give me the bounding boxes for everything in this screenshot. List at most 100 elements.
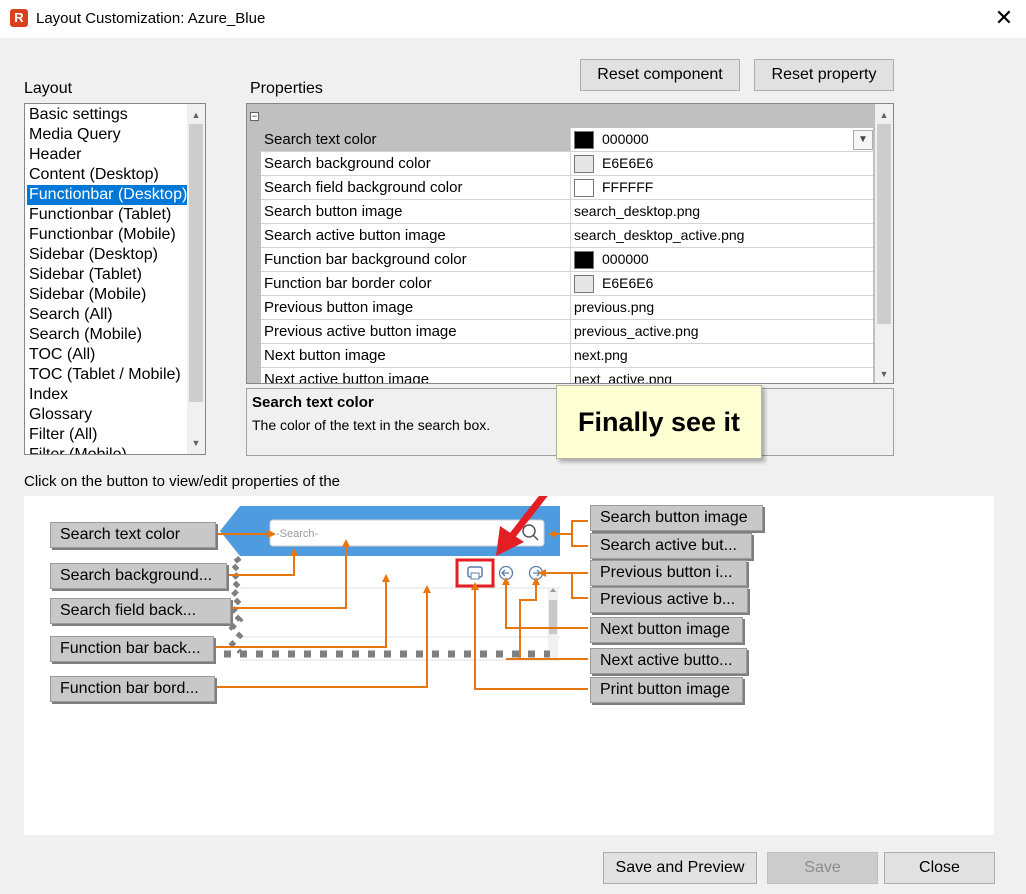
layout-list-item[interactable]: Glossary — [27, 405, 187, 425]
layout-list-item[interactable]: Media Query — [27, 125, 187, 145]
scroll-down-icon[interactable]: ▼ — [875, 365, 893, 383]
property-row[interactable]: Previous button image previous.png — [261, 296, 873, 320]
window-close-button[interactable]: ✕ — [992, 6, 1016, 30]
property-value[interactable]: 000000 — [571, 248, 873, 271]
property-name: Search button image — [261, 200, 571, 223]
property-value[interactable]: next.png — [571, 344, 873, 367]
property-row[interactable]: Next button image next.png — [261, 344, 873, 368]
property-value[interactable]: E6E6E6 — [571, 272, 873, 295]
preview-property-button[interactable]: Previous button i... — [590, 560, 747, 586]
property-name: Previous button image — [261, 296, 571, 319]
preview-property-button[interactable]: Function bar bord... — [50, 676, 215, 702]
property-value[interactable]: search_desktop_active.png — [571, 224, 873, 247]
layout-list-item[interactable]: Basic settings — [27, 105, 187, 125]
property-row[interactable]: Search active button image search_desktop… — [261, 224, 873, 248]
reset-component-button[interactable]: Reset component — [580, 59, 740, 91]
property-grid-scrollbar[interactable]: ▲ ▼ — [875, 104, 893, 383]
layout-list-item[interactable]: Filter (All) — [27, 425, 187, 445]
layout-list-item[interactable]: Sidebar (Tablet) — [27, 265, 187, 285]
layout-list-item[interactable]: Header — [27, 145, 187, 165]
window-title: Layout Customization: Azure_Blue — [36, 10, 266, 27]
color-swatch[interactable] — [574, 178, 594, 197]
layout-label: Layout — [24, 80, 73, 97]
property-value-text: search_desktop.png — [574, 203, 701, 219]
property-value[interactable]: previous_active.png — [571, 320, 873, 343]
property-name: Search background color — [261, 152, 571, 175]
layout-list-item[interactable]: TOC (All) — [27, 345, 187, 365]
preview-property-button[interactable]: Next button image — [590, 617, 743, 643]
preview-property-button[interactable]: Search field back... — [50, 598, 231, 624]
property-row[interactable]: Search button image search_desktop.png — [261, 200, 873, 224]
preview-instruction: Click on the button to view/edit propert… — [24, 473, 341, 490]
property-value-text: next_active.png — [574, 371, 673, 384]
layout-list-item[interactable]: Sidebar (Desktop) — [27, 245, 187, 265]
scroll-down-icon[interactable]: ▼ — [187, 434, 205, 452]
preview-property-button[interactable]: Previous active b... — [590, 587, 748, 613]
property-row[interactable]: Next active button image next_active.png — [261, 368, 873, 384]
print-icon[interactable] — [467, 566, 483, 580]
layout-list-item[interactable]: Functionbar (Tablet) — [27, 205, 187, 225]
property-value[interactable]: previous.png — [571, 296, 873, 319]
chevron-down-icon[interactable]: ▼ — [853, 130, 873, 150]
property-rows: Search text color 000000 ▼ Search backgroun… — [261, 128, 873, 384]
layout-list-item[interactable]: Index — [27, 385, 187, 405]
layout-list-item[interactable]: Content (Desktop) — [27, 165, 187, 185]
preview-property-button[interactable]: Search background... — [50, 563, 227, 589]
collapse-icon[interactable]: − — [250, 112, 259, 121]
preview-property-button[interactable]: Search text color — [50, 522, 216, 548]
property-value[interactable]: next_active.png — [571, 368, 873, 384]
preview-property-button[interactable]: Search active but... — [590, 533, 752, 559]
preview-property-button[interactable]: Next active butto... — [590, 648, 747, 674]
property-name: Function bar background color — [261, 248, 571, 271]
color-swatch[interactable] — [574, 250, 594, 269]
scroll-thumb[interactable] — [877, 124, 891, 324]
property-name: Next button image — [261, 344, 571, 367]
property-row[interactable]: Function bar border color E6E6E6 — [261, 272, 873, 296]
layout-list-item[interactable]: Sidebar (Mobile) — [27, 285, 187, 305]
property-row[interactable]: Search field background color FFFFFF — [261, 176, 873, 200]
scroll-thumb[interactable] — [189, 124, 203, 402]
color-swatch[interactable] — [574, 274, 594, 293]
description-text: The color of the text in the search box. — [252, 417, 491, 433]
property-value[interactable]: 000000 — [571, 128, 873, 151]
property-row[interactable]: Function bar background color 000000 — [261, 248, 873, 272]
property-value-text: 000000 — [602, 251, 649, 267]
close-button[interactable]: Close — [884, 852, 995, 884]
layout-list[interactable]: Basic settings Media Query Header Content (… — [24, 103, 206, 455]
property-value-text: FFFFFF — [602, 179, 654, 195]
layout-list-item[interactable]: TOC (Tablet / Mobile) — [27, 365, 187, 385]
search-placeholder: -Search- — [276, 528, 319, 540]
layout-list-item[interactable]: Functionbar (Mobile) — [27, 225, 187, 245]
layout-list-item[interactable]: Functionbar (Desktop) — [27, 185, 187, 205]
preview-property-button[interactable]: Print button image — [590, 677, 743, 703]
property-row[interactable]: Search background color E6E6E6 — [261, 152, 873, 176]
scroll-up-icon[interactable]: ▲ — [875, 106, 893, 124]
layout-list-scrollbar[interactable]: ▲ ▼ — [187, 104, 205, 454]
scroll-up-icon[interactable]: ▲ — [187, 106, 205, 124]
property-value-text: previous_active.png — [574, 323, 699, 339]
color-swatch[interactable] — [574, 154, 594, 173]
layout-list-item[interactable]: Search (All) — [27, 305, 187, 325]
preview-property-button[interactable]: Search button image — [590, 505, 763, 531]
layout-items: Basic settings Media Query Header Content (… — [27, 105, 187, 454]
layout-list-item[interactable]: Filter (Mobile) — [27, 445, 187, 454]
property-value-text: E6E6E6 — [602, 155, 654, 171]
content-area — [240, 587, 560, 661]
color-swatch[interactable] — [574, 130, 594, 149]
reset-property-button[interactable]: Reset property — [754, 59, 894, 91]
property-value-text: next.png — [574, 347, 628, 363]
property-grid[interactable]: − Search text color 000000 ▼ Search backgro… — [246, 103, 894, 384]
save-and-preview-button[interactable]: Save and Preview — [603, 852, 757, 884]
property-name: Search field background color — [261, 176, 571, 199]
property-value[interactable]: search_desktop.png — [571, 200, 873, 223]
property-row[interactable]: Previous active button image previous_act… — [261, 320, 873, 344]
property-row[interactable]: Search text color 000000 ▼ — [261, 128, 873, 152]
app-icon: R — [10, 9, 28, 27]
save-button[interactable]: Save — [767, 852, 878, 884]
preview-panel: -Search- Search text color Search backgr… — [24, 496, 994, 835]
layout-list-item[interactable]: Search (Mobile) — [27, 325, 187, 345]
property-value[interactable]: E6E6E6 — [571, 152, 873, 175]
preview-property-button[interactable]: Function bar back... — [50, 636, 214, 662]
property-name: Function bar border color — [261, 272, 571, 295]
property-value[interactable]: FFFFFF — [571, 176, 873, 199]
